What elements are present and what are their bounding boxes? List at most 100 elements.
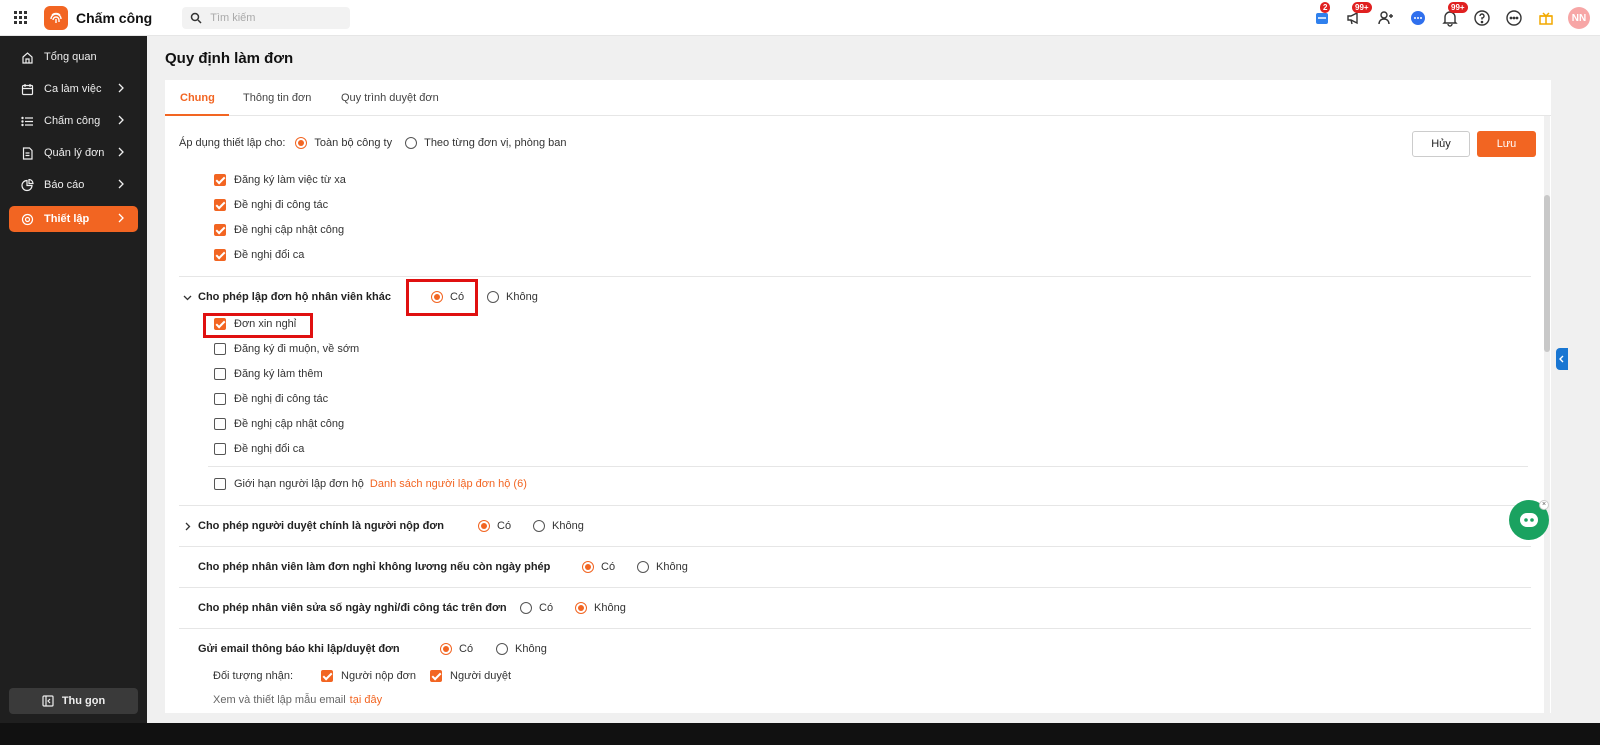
chat-icon[interactable] [1408,8,1428,28]
setting-label: Cho phép người duyệt chính là người nộp … [198,520,444,532]
radio-label: Có [497,520,512,532]
recipient-submitter-checkbox[interactable] [321,670,334,682]
setting-yes-option[interactable]: Có [440,643,473,655]
setting-no-radio[interactable] [575,602,587,614]
list-item[interactable]: Đề nghị đổi ca [214,443,304,455]
inbox-icon[interactable]: 2 [1312,2,1332,28]
email-template-link[interactable]: tại đây [350,694,382,706]
sidebar-item-reports[interactable]: Báo cáo [9,172,138,198]
list-item[interactable]: Đề nghị cập nhật công [214,418,344,430]
apply-whole-company-radio[interactable] [295,137,308,149]
on-behalf-list-link[interactable]: Danh sách người lập đơn hộ (6) [370,478,527,490]
sidebar-item-requests[interactable]: Quản lý đơn [9,140,138,166]
setting-no-option[interactable]: Không [533,520,584,532]
side-panel-toggle[interactable] [1556,348,1568,370]
divider [179,505,1531,506]
search-box[interactable] [182,6,351,29]
checkbox-label: Người duyệt [450,670,512,682]
setting-label: Cho phép nhân viên làm đơn nghỉ không lư… [198,561,551,573]
gear-icon [20,212,34,226]
sidebar-item-overview[interactable]: Tổng quan [9,44,138,70]
settings-card: Chung Thông tin đơn Quy trình duyệt đơn … [165,80,1551,713]
checkbox[interactable] [214,199,226,211]
radio-label: Có [459,643,474,655]
setting-no-option[interactable]: Không [575,602,626,614]
gift-icon[interactable] [1536,8,1556,28]
list-item[interactable]: Đề nghị cập nhật công [214,224,344,236]
setting-no-radio[interactable] [533,520,545,532]
setting-yes-option[interactable]: Có [582,561,615,573]
on-behalf-row: Cho phép lập đơn hộ nhân viên khác [183,291,391,303]
calendar-icon [20,82,34,96]
checkbox[interactable] [214,343,226,355]
divider [208,466,1528,467]
checkbox[interactable] [214,443,226,455]
cancel-button[interactable]: Hủy [1412,131,1470,157]
more-icon[interactable] [1504,8,1524,28]
list-item[interactable]: Đề nghị đổi ca [214,249,304,261]
setting-yes-radio[interactable] [582,561,594,573]
checkbox-label: Đề nghị đổi ca [234,249,305,261]
sidebar-item-settings[interactable]: Thiết lập [9,206,138,232]
apply-option-label: Theo từng đơn vị, phòng ban [424,137,567,149]
list-icon [20,114,34,128]
email-notify-row: Gửi email thông báo khi lập/duyệt đơn [198,643,400,655]
search-input[interactable] [210,11,341,24]
setting-no-radio[interactable] [496,643,508,655]
on-behalf-no-radio[interactable] [487,291,499,303]
checkbox[interactable] [214,393,226,405]
approver-submitter-row: Cho phép người duyệt chính là người nộp … [183,520,444,532]
radio-label: Có [539,602,554,614]
sidebar-item-label: Báo cáo [44,179,85,191]
megaphone-icon[interactable]: 99+ [1344,2,1372,28]
recipients-label: Đối tượng nhận: [213,670,294,682]
tab-general[interactable]: Chung [180,92,215,104]
collapse-sidebar-button[interactable]: Thu gọn [9,688,138,714]
sidebar-item-shifts[interactable]: Ca làm việc [9,76,138,102]
setting-yes-option[interactable]: Có [478,520,511,532]
checkbox[interactable] [214,418,226,430]
app-grid-icon[interactable] [14,10,28,25]
radio-label: Không [594,602,626,614]
setting-yes-radio[interactable] [478,520,490,532]
chatbot-icon [1520,513,1538,527]
add-user-icon[interactable] [1376,8,1396,28]
tab-request-info[interactable]: Thông tin đơn [243,92,311,104]
setting-yes-radio[interactable] [440,643,452,655]
checkbox[interactable] [214,174,226,186]
list-item[interactable]: Đăng ký đi muộn, về sớm [214,343,359,355]
setting-yes-option[interactable]: Có [520,602,553,614]
limit-checkbox[interactable] [214,478,226,490]
page-title: Quy định làm đơn [165,50,294,67]
list-item[interactable]: Đề nghị đi công tác [214,393,328,405]
on-behalf-no-option[interactable]: Không [487,291,538,303]
checkbox[interactable] [214,224,226,236]
checkbox[interactable] [214,368,226,380]
save-button[interactable]: Lưu [1477,131,1536,157]
recipient-approver-checkbox[interactable] [430,670,443,682]
avatar[interactable]: NN [1568,7,1590,29]
list-item[interactable]: Đề nghị đi công tác [214,199,328,211]
on-behalf-label: Cho phép lập đơn hộ nhân viên khác [198,291,391,303]
list-item[interactable]: Đăng ký làm thêm [214,368,323,380]
checkbox[interactable] [214,249,226,261]
setting-yes-radio[interactable] [520,602,532,614]
collapse-label: Thu gọn [61,695,106,707]
bell-icon[interactable]: 99+ [1440,2,1468,28]
scrollbar-thumb[interactable] [1544,195,1550,352]
chevron-down-icon[interactable] [183,293,192,302]
list-item[interactable]: Đăng ký làm việc từ xa [214,174,346,186]
chatbot-close-icon[interactable]: × [1539,500,1549,510]
chevron-right-icon[interactable] [183,522,192,531]
chevron-right-icon [118,115,124,125]
sidebar-item-attendance[interactable]: Chấm công [9,108,138,134]
setting-no-option[interactable]: Không [637,561,688,573]
tab-approval-flow[interactable]: Quy trình duyệt đơn [341,92,439,104]
apply-by-unit-radio[interactable] [405,137,418,149]
setting-no-option[interactable]: Không [496,643,547,655]
highlight-box [203,313,313,338]
sidebar-item-label: Tổng quan [44,51,97,63]
chevron-right-icon [118,147,124,157]
help-icon[interactable] [1472,8,1492,28]
setting-no-radio[interactable] [637,561,649,573]
